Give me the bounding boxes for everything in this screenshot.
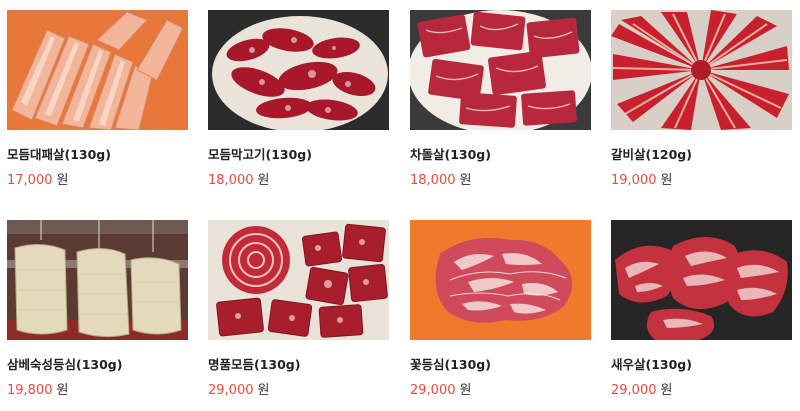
price-currency: 원 xyxy=(56,173,69,188)
product-price: 18,000 원 xyxy=(208,173,389,189)
price-amount: 18,000 xyxy=(410,173,456,188)
product-image[interactable] xyxy=(7,220,188,340)
price-amount: 29,000 xyxy=(611,383,657,398)
product-name[interactable]: 모듬막고기(130g) xyxy=(208,147,389,163)
price-amount: 29,000 xyxy=(410,383,456,398)
price-currency: 원 xyxy=(459,383,472,398)
product-name[interactable]: 차돌살(130g) xyxy=(410,147,591,163)
price-amount: 17,000 xyxy=(7,173,53,188)
product-name[interactable]: 명품모듬(130g) xyxy=(208,357,389,373)
price-amount: 18,000 xyxy=(208,173,254,188)
product-name[interactable]: 삼베숙성등심(130g) xyxy=(7,357,188,373)
product-card[interactable]: 모듬대패살(130g) 17,000 원 xyxy=(7,10,188,189)
product-image[interactable] xyxy=(7,10,188,130)
price-currency: 원 xyxy=(459,173,472,188)
product-price: 18,000 원 xyxy=(410,173,591,189)
product-card[interactable]: 모듬막고기(130g) 18,000 원 xyxy=(208,10,389,189)
price-currency: 원 xyxy=(56,383,69,398)
product-price: 17,000 원 xyxy=(7,173,188,189)
product-name[interactable]: 새우살(130g) xyxy=(611,357,792,373)
product-name[interactable]: 갈비살(120g) xyxy=(611,147,792,163)
product-card[interactable]: 명품모듬(130g) 29,000 원 xyxy=(208,220,389,399)
product-price: 19,800 원 xyxy=(7,383,188,399)
price-currency: 원 xyxy=(660,383,673,398)
product-card[interactable]: 삼베숙성등심(130g) 19,800 원 xyxy=(7,220,188,399)
product-grid: 모듬대패살(130g) 17,000 원 모듬막고기(130g) 18,000 … xyxy=(0,0,800,411)
product-image[interactable] xyxy=(410,10,591,130)
product-card[interactable]: 꽃등심(130g) 29,000 원 xyxy=(410,220,591,399)
product-card[interactable]: 차돌살(130g) 18,000 원 xyxy=(410,10,591,189)
price-amount: 29,000 xyxy=(208,383,254,398)
price-amount: 19,000 xyxy=(611,173,657,188)
product-name[interactable]: 모듬대패살(130g) xyxy=(7,147,188,163)
product-price: 29,000 원 xyxy=(208,383,389,399)
product-price: 19,000 원 xyxy=(611,173,792,189)
price-currency: 원 xyxy=(257,383,270,398)
price-currency: 원 xyxy=(660,173,673,188)
price-amount: 19,800 xyxy=(7,383,53,398)
product-price: 29,000 원 xyxy=(611,383,792,399)
product-image[interactable] xyxy=(208,10,389,130)
product-name[interactable]: 꽃등심(130g) xyxy=(410,357,591,373)
product-image[interactable] xyxy=(208,220,389,340)
product-image[interactable] xyxy=(611,10,792,130)
product-image[interactable] xyxy=(611,220,792,340)
product-card[interactable]: 새우살(130g) 29,000 원 xyxy=(611,220,792,399)
product-price: 29,000 원 xyxy=(410,383,591,399)
price-currency: 원 xyxy=(257,173,270,188)
product-image[interactable] xyxy=(410,220,591,340)
product-card[interactable]: 갈비살(120g) 19,000 원 xyxy=(611,10,792,189)
